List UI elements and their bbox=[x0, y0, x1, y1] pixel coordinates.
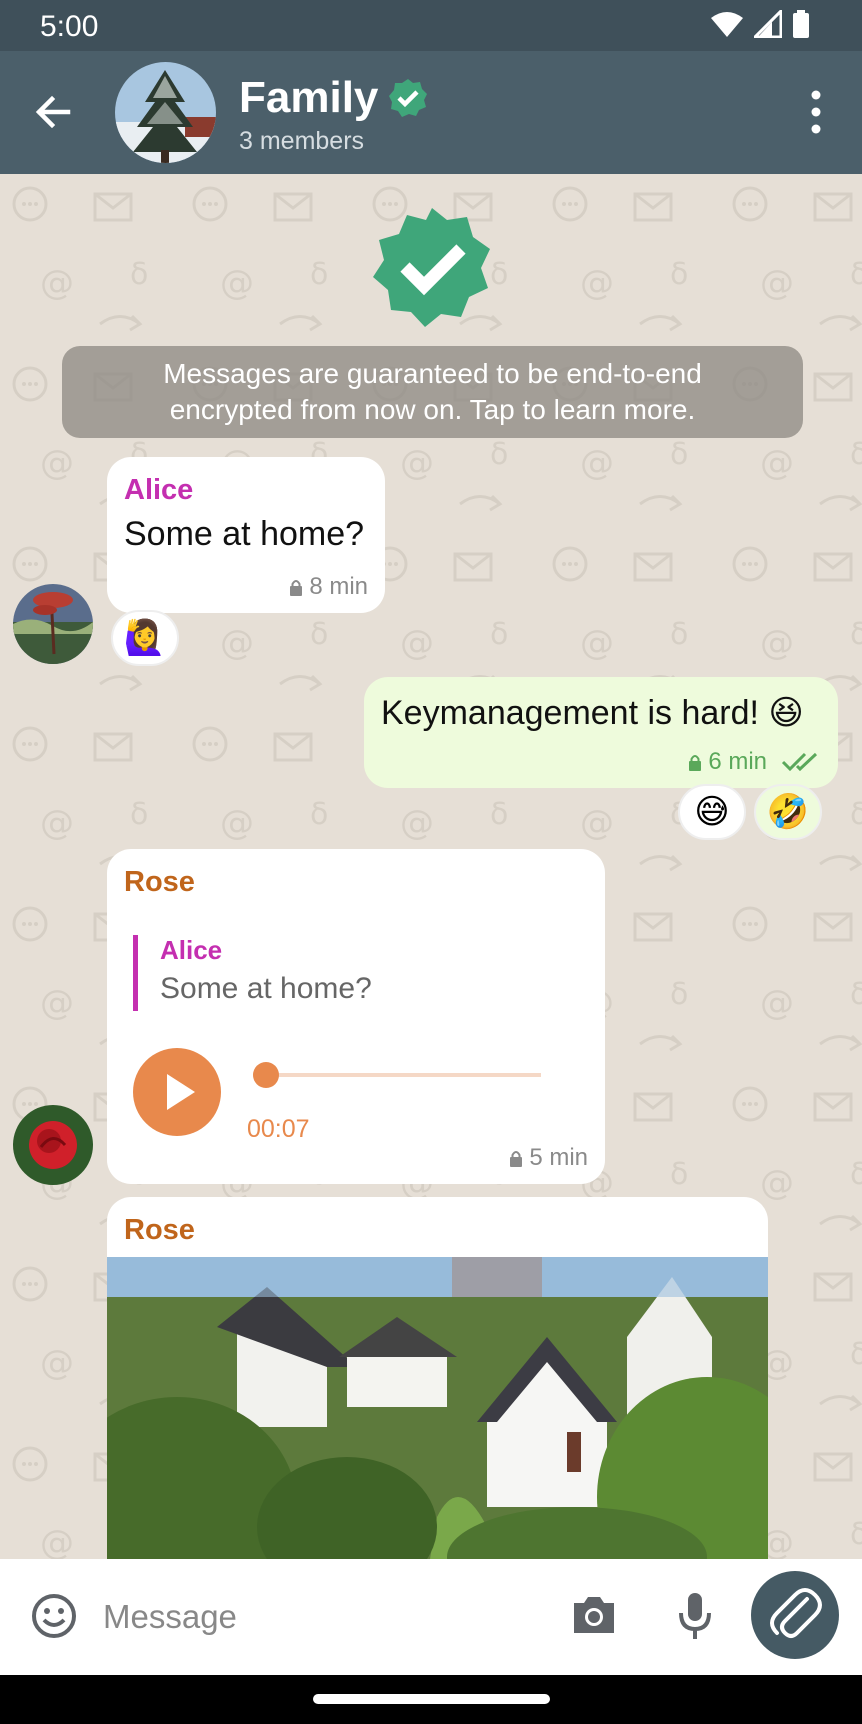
lock-icon bbox=[689, 754, 702, 771]
message-time: 6 min bbox=[708, 748, 767, 775]
lock-icon bbox=[510, 1150, 523, 1167]
double-check-icon bbox=[781, 752, 818, 772]
verified-badge-icon bbox=[389, 79, 428, 117]
arrow-left-icon[interactable] bbox=[28, 87, 78, 137]
quote-text: Some at home? bbox=[160, 972, 372, 1005]
status-icons bbox=[710, 10, 810, 38]
wifi-icon bbox=[711, 12, 743, 37]
battery-icon bbox=[793, 10, 809, 38]
lock-icon bbox=[290, 579, 303, 596]
alice-avatar-image bbox=[13, 584, 93, 664]
message-text: Some at home? bbox=[124, 515, 365, 553]
encryption-notice[interactable]: Messages are guaranteed to be end-to-end… bbox=[62, 346, 803, 438]
system-nav-bar bbox=[0, 1675, 862, 1724]
avatar-alice[interactable] bbox=[13, 584, 93, 664]
encryption-verified-icon bbox=[373, 208, 490, 327]
message-meta: 6 min bbox=[688, 748, 821, 776]
home-gesture-pill[interactable] bbox=[313, 1694, 550, 1704]
group-name: Family bbox=[239, 73, 379, 122]
member-count: 3 members bbox=[239, 127, 365, 155]
message-time: 8 min bbox=[309, 573, 368, 600]
play-button[interactable] bbox=[133, 1048, 221, 1136]
message-bubble-alice[interactable]: Alice Some at home? 8 min bbox=[107, 457, 385, 613]
status-bar: 5:00 bbox=[0, 0, 862, 51]
voice-progress-thumb[interactable] bbox=[253, 1062, 279, 1088]
encryption-notice-line2: encrypted from now on. Tap to learn more… bbox=[169, 394, 696, 425]
message-meta: 5 min bbox=[509, 1144, 588, 1172]
rose-avatar-image bbox=[13, 1105, 93, 1185]
avatar-rose[interactable] bbox=[13, 1105, 93, 1185]
group-avatar[interactable] bbox=[115, 62, 216, 163]
camera-icon[interactable] bbox=[570, 1593, 618, 1637]
voice-progress-track[interactable] bbox=[253, 1073, 541, 1077]
play-icon bbox=[167, 1074, 195, 1110]
quoted-message[interactable]: Alice Some at home? bbox=[133, 935, 372, 1011]
houses-photo bbox=[107, 1257, 768, 1559]
more-vertical-icon[interactable] bbox=[796, 87, 836, 137]
sender-name: Rose bbox=[124, 866, 195, 898]
chat-area[interactable]: @ δ Messages are guaranteed to be end-to… bbox=[0, 174, 862, 1559]
reaction-chip[interactable]: 😅 bbox=[678, 784, 746, 840]
group-title[interactable]: Family bbox=[239, 73, 428, 123]
image-attachment[interactable] bbox=[107, 1257, 768, 1559]
voice-duration: 00:07 bbox=[247, 1115, 310, 1143]
reaction-chip[interactable]: 🙋‍♀️ bbox=[111, 610, 179, 666]
encryption-notice-line1: Messages are guaranteed to be end-to-end bbox=[163, 358, 702, 389]
attachment-button[interactable] bbox=[751, 1571, 839, 1659]
sender-name: Alice bbox=[124, 474, 194, 506]
message-meta: 8 min bbox=[289, 573, 368, 601]
signal-icon bbox=[754, 10, 782, 38]
message-bubble-outgoing[interactable]: Keymanagement is hard! 😆 6 min bbox=[364, 677, 838, 788]
message-input-bar bbox=[0, 1559, 862, 1675]
emoji-icon[interactable] bbox=[30, 1592, 78, 1640]
message-bubble-rose-image[interactable]: Rose bbox=[107, 1197, 768, 1559]
attachment-icon bbox=[770, 1588, 822, 1638]
status-time: 5:00 bbox=[40, 10, 99, 43]
tree-avatar-image bbox=[115, 62, 216, 163]
message-time: 5 min bbox=[529, 1144, 588, 1171]
message-bubble-rose-voice[interactable]: Rose Alice Some at home? 00:07 5 min bbox=[107, 849, 605, 1184]
quote-sender: Alice bbox=[160, 935, 223, 965]
message-input[interactable] bbox=[103, 1589, 523, 1645]
message-text: Keymanagement is hard! 😆 bbox=[381, 694, 804, 732]
app-bar: Family 3 members bbox=[0, 51, 862, 174]
reaction-chip[interactable]: 🤣 bbox=[754, 784, 822, 840]
microphone-icon[interactable] bbox=[678, 1591, 712, 1641]
sender-name: Rose bbox=[124, 1214, 195, 1246]
